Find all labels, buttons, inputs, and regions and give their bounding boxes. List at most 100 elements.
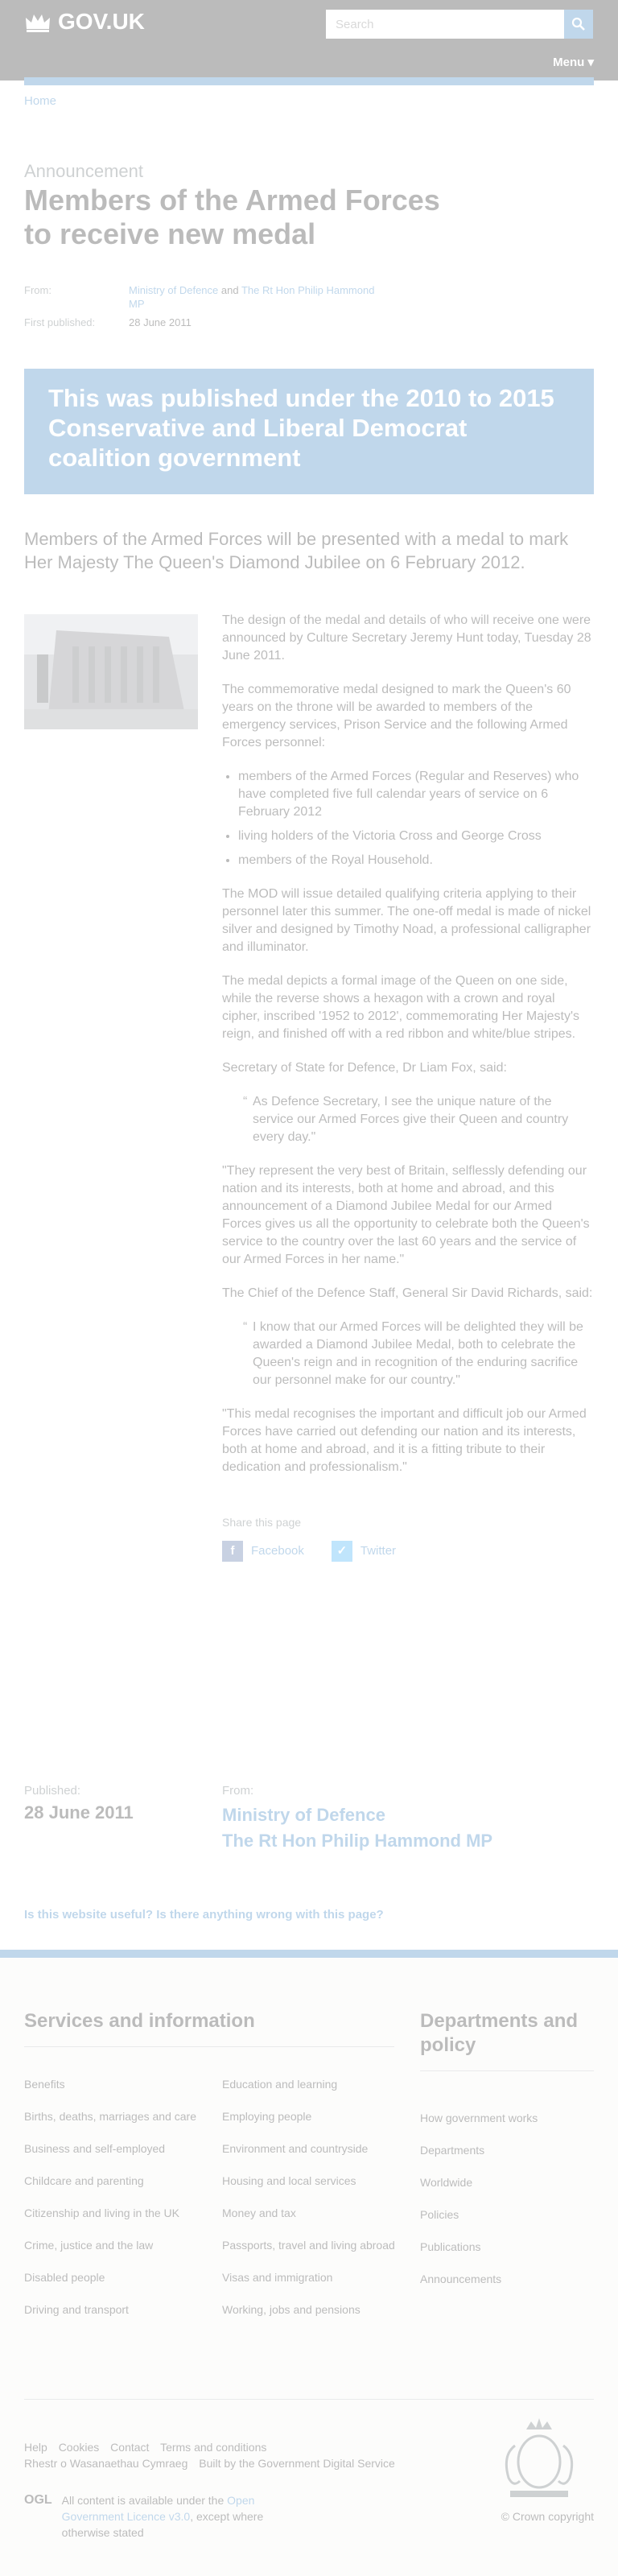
footer-link-anchor[interactable]: Visas and immigration <box>222 2271 332 2284</box>
footer-cookies-link[interactable]: Cookies <box>59 2441 100 2454</box>
quote-text: I know that our Armed Forces will be del… <box>253 1320 583 1387</box>
footer-link: Disabled people <box>24 2270 201 2285</box>
breadcrumb: Home <box>24 94 56 108</box>
govuk-logo-link[interactable]: GOV.UK <box>24 9 145 35</box>
licence-pre: All content is available under the <box>61 2494 225 2507</box>
from-column: From: Ministry of Defence The Rt Hon Phi… <box>222 1784 492 1854</box>
share-facebook-link[interactable]: f Facebook <box>222 1541 304 1562</box>
footer-link: Employing people <box>222 2109 399 2124</box>
body-paragraph-3: The MOD will issue detailed qualifying c… <box>222 887 591 954</box>
quote-richards: “ I know that our Armed Forces will be de… <box>222 1319 594 1389</box>
body-paragraph-1: The design of the medal and details of w… <box>222 613 591 663</box>
chevron-down-icon: ▾ <box>587 56 594 69</box>
meta-from-label: From: <box>24 284 52 296</box>
footer-link-anchor[interactable]: Working, jobs and pensions <box>222 2303 360 2316</box>
share-title: Share this page <box>222 1516 302 1529</box>
eligibility-list: members of the Armed Forces (Regular and… <box>238 768 594 869</box>
footer-link-anchor[interactable]: Housing and local services <box>222 2174 356 2187</box>
footer-link-anchor[interactable]: Departments <box>420 2144 484 2157</box>
footer-link: Environment and countryside <box>222 2141 399 2156</box>
footer-divider <box>24 2046 394 2047</box>
meta-and: and <box>220 284 239 296</box>
quote-text: As Defence Secretary, I see the unique n… <box>253 1095 569 1144</box>
gds-link[interactable]: Government Digital Service <box>258 2457 394 2470</box>
footer-help-link[interactable]: Help <box>24 2441 47 2454</box>
share-twitter-link[interactable]: ✓ Twitter <box>331 1541 396 1562</box>
footer-link-anchor[interactable]: Childcare and parenting <box>24 2174 144 2187</box>
footer-link-anchor[interactable]: Driving and transport <box>24 2303 129 2316</box>
footer-link: Childcare and parenting <box>24 2174 201 2188</box>
footer-link: Benefits <box>24 2077 201 2091</box>
feedback-link[interactable]: Is this website useful? Is there anythin… <box>24 1908 384 1922</box>
meta-published-row: First published: 28 June 2011 <box>24 316 386 329</box>
footer-link-anchor[interactable]: Births, deaths, marriages and care <box>24 2110 196 2123</box>
list-item: living holders of the Victoria Cross and… <box>238 828 594 845</box>
menu-button[interactable]: Menu ▾ <box>553 55 594 69</box>
list-item: members of the Royal Household. <box>238 852 594 869</box>
breadcrumb-home[interactable]: Home <box>24 94 56 108</box>
services-heading: Services and information <box>24 2010 255 2032</box>
footer-link-anchor[interactable]: Citizenship and living in the UK <box>24 2207 179 2219</box>
meta-published-label: First published: <box>24 316 96 328</box>
menu-label: Menu <box>553 56 585 69</box>
footer-link: Births, deaths, marriages and care <box>24 2109 201 2124</box>
footer-terms-link[interactable]: Terms and conditions <box>160 2441 266 2454</box>
meta-published-date: 28 June 2011 <box>129 316 192 328</box>
search-button[interactable] <box>564 10 593 39</box>
footer-link: Housing and local services <box>222 2174 399 2188</box>
footer-link: Business and self-employed <box>24 2141 201 2156</box>
share-links: f Facebook ✓ Twitter <box>222 1541 594 1562</box>
twitter-icon: ✓ <box>331 1541 352 1562</box>
site-header: GOV.UK Menu ▾ <box>0 0 618 80</box>
search-input[interactable] <box>326 10 564 39</box>
footer-link-anchor[interactable]: Education and learning <box>222 2078 337 2091</box>
article-body: The design of the medal and details of w… <box>222 612 594 1562</box>
royal-crest-icon <box>505 2418 574 2497</box>
footer-link: How government works <box>420 2111 541 2125</box>
footer-divider <box>420 2070 594 2071</box>
footer-link: Announcements <box>420 2272 541 2286</box>
licence-text: All content is available under the Open … <box>62 2492 287 2541</box>
footer-link-anchor[interactable]: Business and self-employed <box>24 2142 165 2155</box>
meta-org-link-mod[interactable]: Ministry of Defence <box>129 284 218 296</box>
footer-link-anchor[interactable]: Crime, justice and the law <box>24 2239 153 2252</box>
facebook-icon: f <box>222 1541 243 1562</box>
footer-link-anchor[interactable]: Publications <box>420 2240 481 2253</box>
quote-mark: “ <box>243 1320 248 1334</box>
footer-link-anchor[interactable]: Policies <box>420 2208 459 2221</box>
footer-link-anchor[interactable]: Environment and countryside <box>222 2142 368 2155</box>
meta-from-value: Ministry of Defence and The Rt Hon Phili… <box>129 283 386 311</box>
footer-link-anchor[interactable]: How government works <box>420 2112 538 2124</box>
footer-link-anchor[interactable]: Worldwide <box>420 2176 472 2189</box>
history-banner: This was published under the 2010 to 201… <box>24 369 594 494</box>
footer-link: Crime, justice and the law <box>24 2238 201 2252</box>
document-type: Announcement <box>24 161 143 181</box>
from-org-link-hammond[interactable]: The Rt Hon Philip Hammond MP <box>222 1831 492 1851</box>
body-paragraph-8: "This medal recognises the important and… <box>222 1407 587 1474</box>
footer-link-anchor[interactable]: Disabled people <box>24 2271 105 2284</box>
share-section: Share this page f Facebook ✓ Twitter <box>222 1513 594 1562</box>
departments-list: How government works Departments Worldwi… <box>420 2111 541 2304</box>
footer-divider <box>24 2399 594 2400</box>
lead-paragraph: Members of the Armed Forces will be pres… <box>24 529 569 572</box>
footer-link: Passports, travel and living abroad <box>222 2238 399 2252</box>
search-form <box>326 10 593 39</box>
crown-copyright: © Crown copyright <box>501 2510 594 2523</box>
footer-link-anchor[interactable]: Announcements <box>420 2273 501 2285</box>
quote-fox: “ As Defence Secretary, I see the unique … <box>222 1093 594 1146</box>
page-title: Members of the Armed Forces to receive n… <box>24 184 440 250</box>
footer-link-anchor[interactable]: Employing people <box>222 2110 311 2123</box>
footer-link: Policies <box>420 2207 541 2222</box>
footer-welsh-link[interactable]: Rhestr o Wasanaethau Cymraeg <box>24 2457 187 2470</box>
footer-contact-link[interactable]: Contact <box>110 2441 149 2454</box>
footer-link-anchor[interactable]: Money and tax <box>222 2207 296 2219</box>
footer-link: Departments <box>420 2143 541 2157</box>
footer-link: Education and learning <box>222 2077 399 2091</box>
metadata: From: Ministry of Defence and The Rt Hon… <box>24 283 386 334</box>
built-by-text: Built by the <box>199 2457 255 2470</box>
footer-link: Publications <box>420 2240 541 2254</box>
footer-link-anchor[interactable]: Benefits <box>24 2078 65 2091</box>
departments-heading: Departments and policy <box>420 2010 579 2056</box>
footer-link-anchor[interactable]: Passports, travel and living abroad <box>222 2239 395 2252</box>
from-org-link-mod[interactable]: Ministry of Defence <box>222 1805 385 1825</box>
